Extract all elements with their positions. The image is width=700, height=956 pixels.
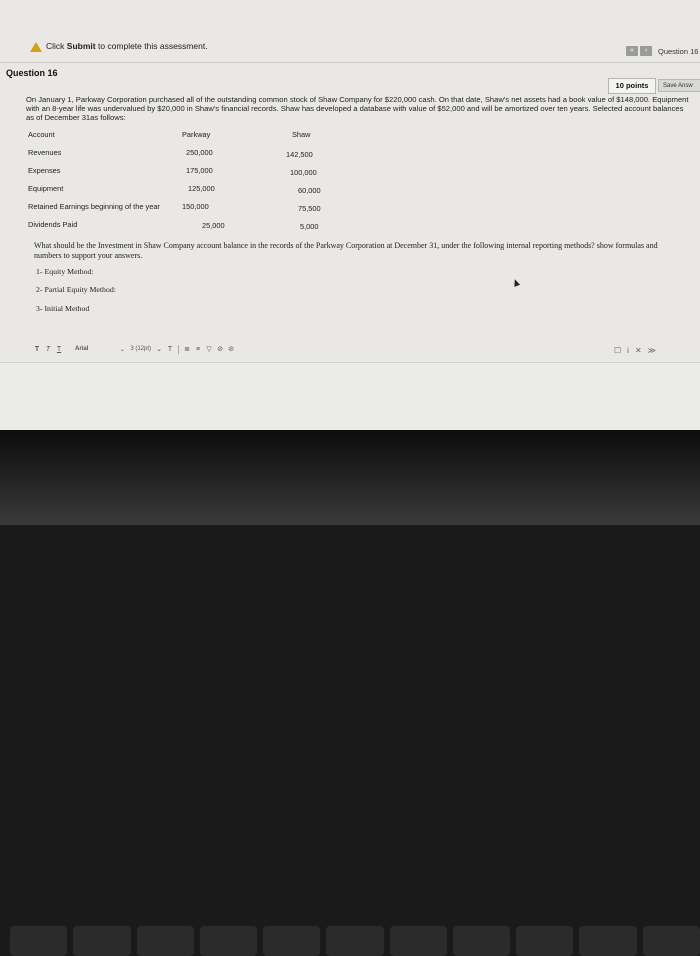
keyboard-key <box>199 926 258 956</box>
keyboard-key <box>389 926 447 956</box>
row-parkway-value: 175,000 <box>186 166 213 175</box>
warning-icon <box>30 42 42 52</box>
question-counter: Question 16 o <box>658 46 700 56</box>
keyboard-key <box>73 926 131 956</box>
row-parkway-value: 250,000 <box>186 148 213 157</box>
keyboard-key <box>10 926 68 956</box>
row-shaw-value: 100,000 <box>290 168 317 177</box>
keyboard-key <box>579 926 637 956</box>
mouse-cursor-icon <box>511 278 521 287</box>
question-heading: Question 16 <box>6 68 58 78</box>
keyboard-key <box>452 926 511 956</box>
unlink-button[interactable]: ⊘ <box>228 345 234 353</box>
answer-text-field[interactable] <box>0 362 700 430</box>
row-account: Dividends Paid <box>28 220 78 229</box>
keyboard-function-row <box>0 926 700 956</box>
preview-icon[interactable]: ☐ <box>614 346 621 355</box>
numbered-list-button[interactable]: ≣ <box>184 345 190 353</box>
keyboard-key <box>136 926 194 956</box>
row-account: Expenses <box>28 166 61 175</box>
row-account: Retained Earnings beginning of the year <box>28 202 160 211</box>
italic-button[interactable]: T <box>45 346 51 353</box>
method-item-initial: 3- Initial Method <box>36 304 90 313</box>
question-body: On January 1, Parkway Corporation purcha… <box>26 95 689 123</box>
method-item-partial-equity: 2- Partial Equity Method: <box>36 285 116 294</box>
chevron-down-icon[interactable]: ⌄ <box>119 346 125 353</box>
laptop-bezel <box>0 430 700 956</box>
header-shaw: Shaw <box>292 130 311 139</box>
keyboard-key <box>326 926 384 956</box>
row-shaw-value: 142,500 <box>286 150 313 159</box>
table-row: Retained Earnings beginning of the year … <box>28 202 348 214</box>
previous-question-button[interactable]: ‹ <box>640 46 652 56</box>
table-row: Dividends Paid 25,000 5,000 <box>28 220 348 232</box>
font-family-select[interactable]: Arial <box>75 346 88 352</box>
divider <box>0 62 700 63</box>
row-shaw-value: 60,000 <box>298 186 321 195</box>
spellcheck-button[interactable]: ▽ <box>206 345 212 353</box>
editor-extra-tools: ☐ i ✕ ≫ <box>614 346 656 355</box>
assessment-alert-bar: Click Submit to complete this assessment… <box>0 34 700 60</box>
close-icon[interactable]: ✕ <box>635 346 642 355</box>
points-badge: 10 points <box>608 78 656 94</box>
text-color-button[interactable]: T <box>167 346 173 353</box>
answer-prompt: What should be the Investment in Shaw Co… <box>34 241 658 260</box>
bullet-list-button[interactable]: ≡ <box>195 346 201 353</box>
table-row: Revenues 250,000 142,500 <box>28 148 348 160</box>
table-header-row: Account Parkway Shaw <box>28 130 348 142</box>
row-parkway-value: 125,000 <box>188 184 215 193</box>
keyboard-key <box>642 926 700 956</box>
header-account: Account <box>28 130 55 139</box>
question-navigation: « ‹ Question 16 o <box>626 46 700 56</box>
row-account: Equipment <box>28 184 64 193</box>
link-button[interactable]: ⊘ <box>217 345 223 353</box>
collapse-icon[interactable]: ≫ <box>648 346 656 355</box>
save-answer-button[interactable]: Save Answ <box>658 79 700 92</box>
rich-text-editor: T T T Arial ⌄ 3 (12pt) ⌄ T ≣ ≡ ▽ ⊘ ⊘ ☐ i… <box>0 338 700 430</box>
keyboard-key <box>263 926 321 956</box>
underline-button[interactable]: T <box>56 346 62 353</box>
keyboard-key <box>516 926 574 956</box>
alert-message: Click Submit to complete this assessment… <box>46 41 208 51</box>
method-item-equity: 1- Equity Method: <box>36 267 94 276</box>
table-row: Expenses 175,000 100,000 <box>28 166 348 178</box>
row-parkway-value: 25,000 <box>202 221 225 230</box>
row-parkway-value: 150,000 <box>182 202 209 211</box>
font-size-select[interactable]: 3 (12pt) <box>130 346 151 352</box>
first-question-button[interactable]: « <box>626 46 638 56</box>
editor-toolbar: T T T Arial ⌄ 3 (12pt) ⌄ T ≣ ≡ ▽ ⊘ ⊘ <box>34 342 234 356</box>
info-icon[interactable]: i <box>627 346 629 355</box>
row-account: Revenues <box>28 148 62 157</box>
table-row: Equipment 125,000 60,000 <box>28 184 348 196</box>
chevron-down-icon[interactable]: ⌄ <box>156 345 162 353</box>
header-parkway: Parkway <box>182 130 211 139</box>
row-shaw-value: 5,000 <box>300 222 319 231</box>
row-shaw-value: 75,500 <box>298 204 321 213</box>
toolbar-divider <box>178 344 180 354</box>
bold-button[interactable]: T <box>34 346 40 353</box>
browser-screen: Click Submit to complete this assessment… <box>0 0 700 430</box>
